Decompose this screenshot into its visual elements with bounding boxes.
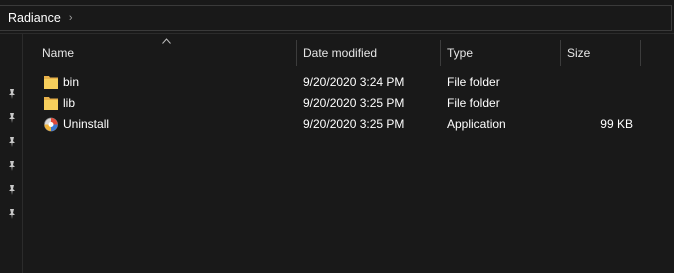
file-type: Application xyxy=(447,117,506,131)
address-bar: Radiance › xyxy=(0,0,674,34)
column-header-size[interactable]: Size xyxy=(561,40,640,66)
file-row-bin[interactable]: bin 9/20/2020 3:24 PM File folder xyxy=(23,72,674,93)
file-date-modified: 9/20/2020 3:25 PM xyxy=(303,96,405,110)
column-header-type[interactable]: Type xyxy=(441,40,560,66)
file-type: File folder xyxy=(447,96,500,110)
column-header-name[interactable]: Name xyxy=(36,40,296,66)
file-type: File folder xyxy=(447,75,500,89)
navigation-pane xyxy=(0,34,23,273)
file-date-modified: 9/20/2020 3:25 PM xyxy=(303,117,405,131)
column-divider[interactable] xyxy=(640,40,641,66)
pin-icon[interactable] xyxy=(6,88,18,100)
pin-icon[interactable] xyxy=(6,208,18,220)
folder-icon xyxy=(44,76,58,89)
file-name: lib xyxy=(63,96,76,110)
pin-icon[interactable] xyxy=(6,184,18,196)
file-size xyxy=(563,72,633,93)
file-date-modified: 9/20/2020 3:24 PM xyxy=(303,75,405,89)
file-list: Name Date modified Type Size bin 9/20/20… xyxy=(23,34,674,273)
file-row-uninstall[interactable]: Uninstall 9/20/2020 3:25 PM Application … xyxy=(23,114,674,135)
breadcrumb-radiance[interactable]: Radiance xyxy=(0,11,61,25)
pin-icon[interactable] xyxy=(6,112,18,124)
pin-icon[interactable] xyxy=(6,160,18,172)
file-size: 99 KB xyxy=(600,117,633,131)
file-name: Uninstall xyxy=(63,117,110,131)
pin-icon[interactable] xyxy=(6,136,18,148)
file-row-lib[interactable]: lib 9/20/2020 3:25 PM File folder xyxy=(23,93,674,114)
folder-icon xyxy=(44,97,58,110)
column-header-type-label: Type xyxy=(447,46,474,60)
file-size xyxy=(563,93,633,114)
column-header-date-modified[interactable]: Date modified xyxy=(297,40,440,66)
column-header-size-label: Size xyxy=(567,46,591,60)
address-field[interactable]: Radiance › xyxy=(0,5,672,31)
column-header-date-label: Date modified xyxy=(303,46,378,60)
column-header-name-label: Name xyxy=(42,46,75,60)
application-icon xyxy=(44,117,58,132)
file-name: bin xyxy=(63,75,80,89)
file-explorer-window: Radiance › Name Date modified Type Size … xyxy=(0,0,674,273)
breadcrumb-chevron-icon[interactable]: › xyxy=(69,12,73,24)
